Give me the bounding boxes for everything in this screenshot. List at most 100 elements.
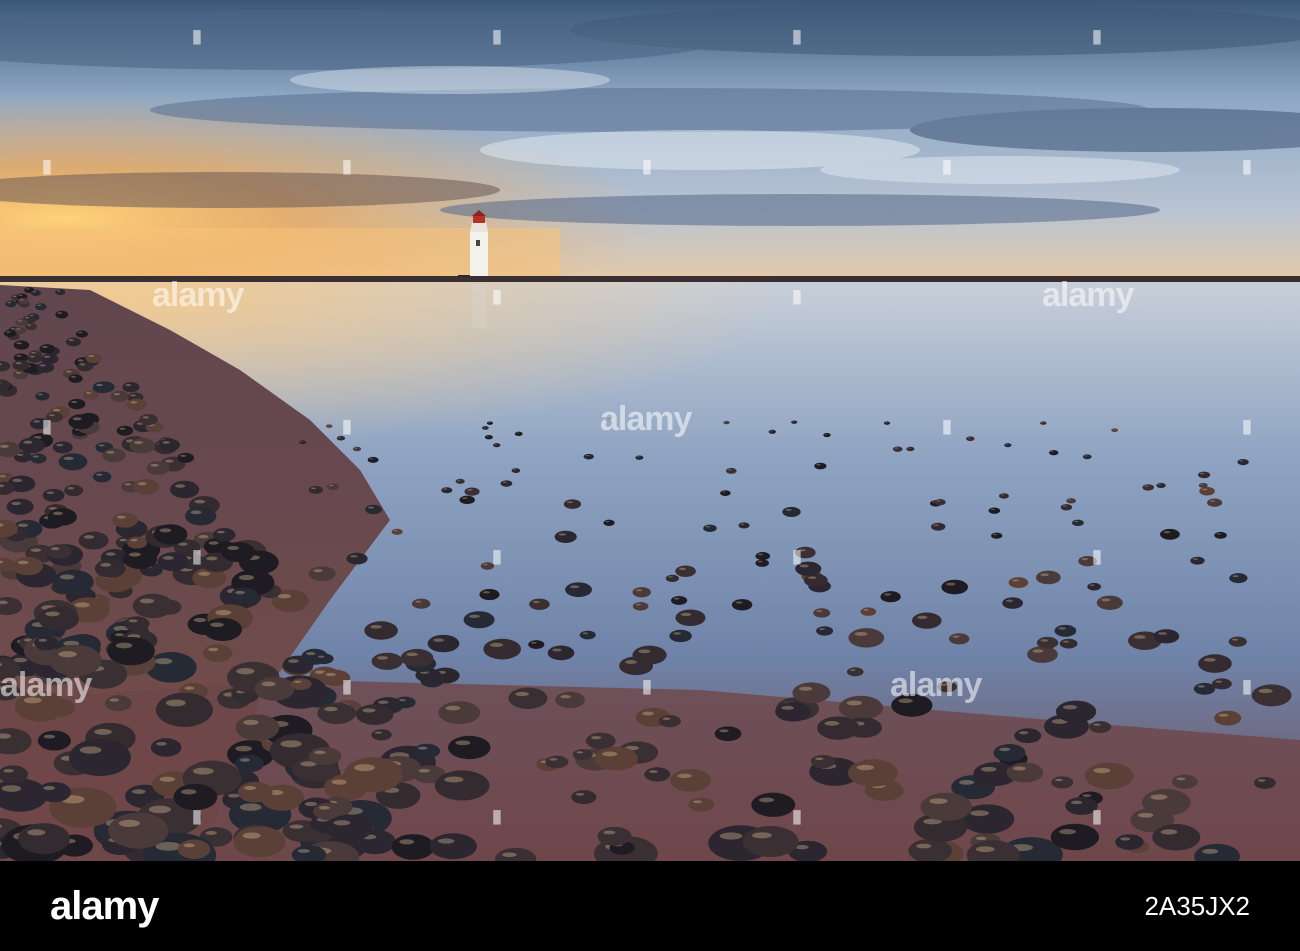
pebble-highlight — [369, 458, 374, 460]
pebble — [755, 559, 769, 567]
pebble-highlight — [58, 651, 77, 658]
pebble-highlight — [261, 681, 276, 687]
pebble — [480, 562, 495, 570]
pebble — [1089, 721, 1112, 734]
pebble-highlight — [483, 426, 486, 428]
pebble-highlight — [482, 591, 490, 594]
pebble-highlight — [29, 355, 35, 358]
pebble — [563, 499, 582, 509]
pebble-highlight — [757, 560, 763, 563]
pebble-highlight — [139, 598, 155, 604]
pebble — [212, 528, 236, 542]
pebble — [554, 530, 577, 543]
pebble-highlight — [1101, 598, 1111, 602]
pebble-highlight — [74, 602, 90, 608]
pebble-highlight — [175, 484, 186, 488]
pebble — [1171, 774, 1198, 789]
pebble-highlight — [677, 773, 692, 779]
pebble-highlight — [824, 433, 828, 435]
pebble — [479, 588, 500, 601]
pebble-highlight — [7, 301, 12, 304]
pebble — [816, 626, 834, 636]
pebble-highlight — [705, 526, 711, 528]
pebble-highlight — [113, 393, 121, 396]
pebble — [1198, 482, 1208, 488]
pebble — [675, 609, 706, 627]
pebble — [725, 467, 737, 474]
pebble — [883, 421, 891, 425]
pebble-highlight — [406, 652, 418, 657]
pebble — [1065, 797, 1098, 815]
pebble-highlight — [71, 400, 78, 404]
pebble — [1228, 636, 1247, 647]
pebble — [355, 704, 394, 725]
pebble — [1229, 573, 1248, 584]
pebble-highlight — [940, 683, 948, 686]
pebble — [860, 607, 877, 616]
pebble — [508, 687, 548, 709]
pebble — [1040, 421, 1047, 425]
pebble — [55, 310, 69, 319]
pebble — [813, 608, 831, 618]
pebble — [731, 599, 753, 611]
pebble — [146, 461, 170, 476]
pebble — [308, 566, 336, 582]
pebble-highlight — [1082, 794, 1092, 797]
pebble-highlight — [1012, 579, 1019, 582]
pebble-highlight — [43, 786, 56, 791]
pebble — [58, 453, 88, 471]
pebble-highlight — [999, 747, 1011, 752]
pebble — [1050, 823, 1099, 851]
pebble — [29, 418, 49, 430]
pebble — [988, 507, 1001, 514]
pebble — [27, 353, 43, 363]
pebble-highlight — [26, 288, 30, 290]
pebble — [158, 438, 180, 452]
pebble — [203, 617, 242, 641]
pebble-highlight — [752, 832, 772, 839]
pebble-highlight — [606, 419, 609, 420]
pebble-highlight — [317, 655, 325, 658]
alamy-logo[interactable]: alamy — [50, 883, 159, 929]
pebble-highlight — [227, 546, 239, 551]
pebble-highlight — [325, 672, 336, 677]
pebble-highlight — [1062, 705, 1078, 710]
pebble — [1153, 629, 1180, 644]
pebble — [1014, 728, 1042, 744]
pebble-highlight — [180, 454, 187, 457]
pebble-highlight — [1231, 638, 1239, 641]
pebble-highlight — [975, 836, 987, 841]
pebble-highlight — [115, 642, 133, 649]
pebble-highlight — [333, 820, 351, 826]
pebble — [1072, 519, 1084, 527]
pebble-highlight — [198, 571, 211, 576]
pebble-highlight — [513, 469, 517, 471]
pebble — [528, 640, 545, 649]
pebble — [68, 374, 83, 383]
pebble-highlight — [235, 590, 245, 595]
pebble — [583, 453, 594, 460]
pebble-highlight — [1059, 829, 1077, 835]
pebble — [1211, 678, 1232, 690]
pebble — [937, 681, 957, 693]
pebble-highlight — [894, 447, 898, 449]
pebble-highlight — [678, 567, 687, 571]
pebble — [177, 839, 211, 859]
pebble-highlight — [1202, 488, 1208, 491]
pebble — [920, 792, 973, 822]
pebble-highlight — [1197, 685, 1206, 688]
pebble-highlight — [1058, 627, 1066, 630]
pebble-highlight — [83, 535, 95, 539]
pebble-highlight — [208, 647, 219, 652]
pebble — [68, 398, 86, 410]
pebble — [644, 767, 671, 782]
pebble-highlight — [1218, 713, 1229, 717]
pebble-highlight — [487, 422, 491, 423]
pebble-highlight — [1, 785, 22, 792]
pebble-highlight — [990, 508, 995, 511]
pebble — [1198, 471, 1211, 479]
pebble-highlight — [673, 597, 680, 600]
pebble — [320, 669, 351, 687]
pebble — [47, 508, 77, 526]
pebble-highlight — [205, 831, 217, 835]
